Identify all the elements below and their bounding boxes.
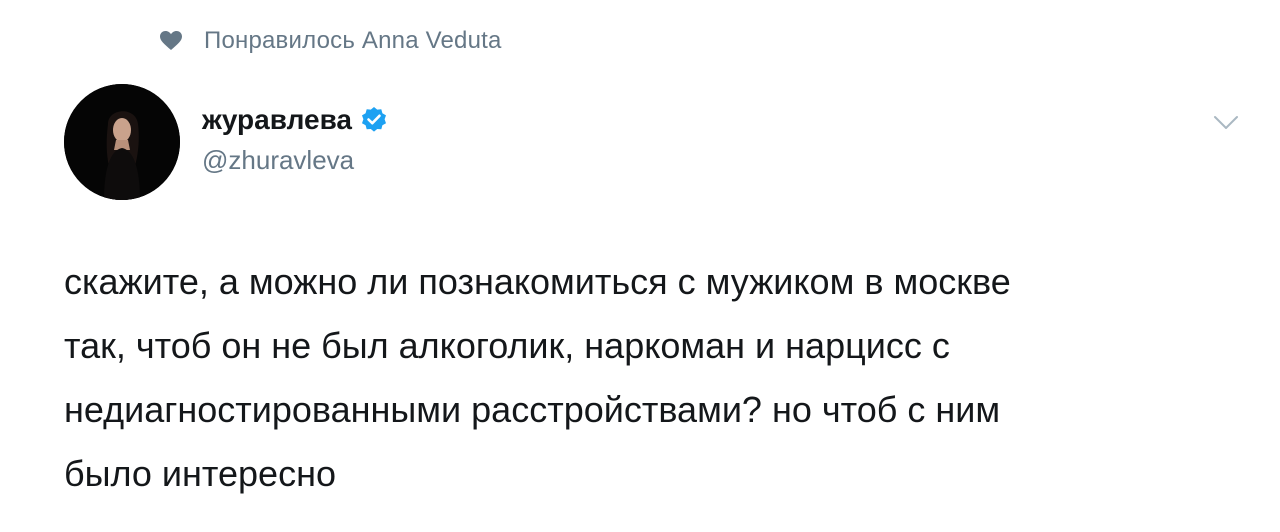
tweet-text: скажите, а можно ли познакомиться с мужи… [64, 261, 1011, 494]
display-name[interactable]: журавлева [202, 104, 352, 136]
liked-by-context[interactable]: Понравилось Anna Veduta [160, 24, 502, 58]
author-name-row[interactable]: журавлева [202, 100, 388, 140]
heart-icon [160, 31, 182, 51]
avatar[interactable] [64, 84, 180, 200]
liked-by-text: Понравилось Anna Veduta [204, 27, 502, 54]
verified-badge-icon [360, 106, 388, 134]
user-handle[interactable]: @zhuravleva [202, 142, 354, 178]
chevron-down-icon[interactable] [1212, 114, 1240, 132]
